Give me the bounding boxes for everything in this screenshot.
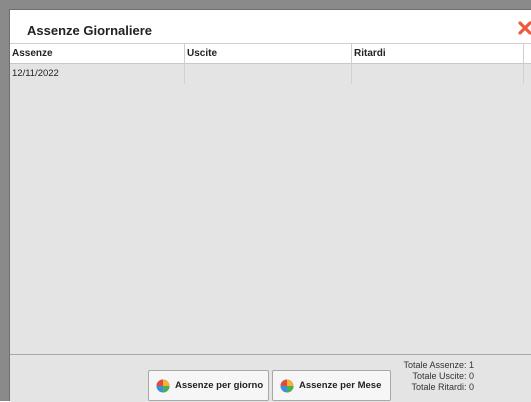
table-header: Assenze Uscite Ritardi (10, 44, 531, 64)
totals-summary: Totale Assenze: 1 Totale Uscite: 0 Total… (403, 360, 474, 393)
absences-per-month-button[interactable]: Assenze per Mese (272, 370, 391, 401)
cell-ritardi (352, 64, 524, 84)
column-header-ritardi[interactable]: Ritardi (352, 44, 524, 64)
pie-chart-icon (280, 379, 294, 393)
total-late: Totale Ritardi: 0 (411, 382, 474, 392)
absences-dialog: Assenze Giornaliere Assenze Uscite Ritar… (9, 9, 531, 402)
column-header-spacer (524, 44, 531, 64)
absences-per-day-label: Assenze per giorno (175, 380, 264, 391)
cell-uscite (185, 64, 352, 84)
absences-per-month-label: Assenze per Mese (299, 380, 382, 391)
close-icon[interactable] (517, 20, 531, 36)
cell-assenze: 12/11/2022 (10, 64, 185, 84)
dialog-title: Assenze Giornaliere (27, 23, 152, 38)
dialog-footer: Assenze per giorno Assenze per Mese Tota… (10, 354, 531, 402)
absences-per-day-button[interactable]: Assenze per giorno (148, 370, 269, 401)
column-header-uscite[interactable]: Uscite (185, 44, 352, 64)
column-header-assenze[interactable]: Assenze (10, 44, 185, 64)
absences-table: Assenze Uscite Ritardi 12/11/2022 (10, 44, 531, 354)
pie-chart-icon (156, 379, 170, 393)
total-absences: Totale Assenze: 1 (403, 360, 474, 370)
dialog-titlebar: Assenze Giornaliere (10, 10, 531, 44)
total-exits: Totale Uscite: 0 (412, 371, 474, 381)
table-row[interactable]: 12/11/2022 (10, 64, 531, 84)
